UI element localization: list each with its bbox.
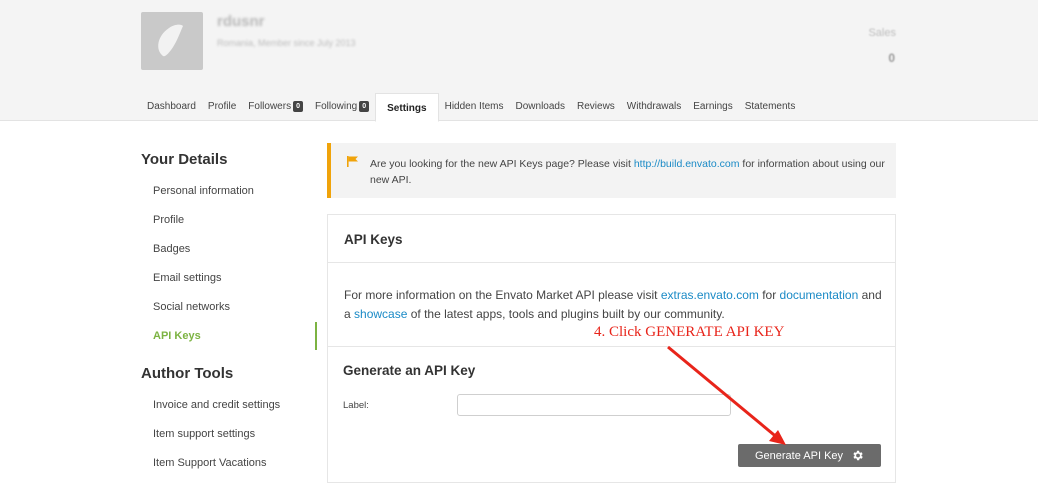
tab-label: Hidden Items <box>444 101 504 112</box>
tab-followers[interactable]: Followers 0 <box>242 93 309 121</box>
sidebar-item-api-keys[interactable]: API Keys <box>141 322 317 351</box>
sidebar-item-badges[interactable]: Badges <box>141 235 317 264</box>
tab-profile[interactable]: Profile <box>202 93 242 121</box>
tab-label: Earnings <box>693 101 733 112</box>
tab-label: Statements <box>744 101 796 112</box>
username: rdusnr <box>217 13 265 30</box>
sidebar-item-item-support-vacations[interactable]: Item Support Vacations <box>141 449 317 478</box>
tab-withdrawals[interactable]: Withdrawals <box>621 93 687 121</box>
tab-statements[interactable]: Statements <box>739 93 802 121</box>
sidebar-item-invoice-credit-settings[interactable]: Invoice and credit settings <box>141 391 317 420</box>
documentation-link[interactable]: documentation <box>780 288 859 302</box>
following-count-badge: 0 <box>359 101 370 112</box>
label-input[interactable] <box>457 394 731 416</box>
flag-icon <box>347 156 358 167</box>
tab-following[interactable]: Following 0 <box>309 93 375 121</box>
generate-api-key-button-label: Generate API Key <box>754 449 844 462</box>
notice-text: Are you looking for the new API Keys pag… <box>370 156 890 188</box>
user-subtitle: Romania, Member since July 2013 <box>217 38 356 48</box>
tab-label: Following <box>314 101 358 112</box>
settings-sidebar: Your Details Personal information Profil… <box>141 151 317 478</box>
label-field-label: Label: <box>343 400 369 411</box>
your-details-title: Your Details <box>141 151 228 168</box>
tab-hidden-items[interactable]: Hidden Items <box>439 93 510 121</box>
sales-value: 0 <box>888 51 895 65</box>
profile-tabs: Dashboard Profile Followers 0 Following 0 … <box>141 93 802 122</box>
sidebar-item-profile[interactable]: Profile <box>141 206 317 235</box>
sales-label: Sales <box>868 27 896 39</box>
envato-leaf-icon <box>158 24 183 57</box>
tab-dashboard[interactable]: Dashboard <box>141 93 202 121</box>
api-keys-title: API Keys <box>344 232 403 247</box>
tab-label: Followers <box>248 101 292 112</box>
tab-reviews[interactable]: Reviews <box>571 93 621 121</box>
tab-settings[interactable]: Settings <box>375 93 439 122</box>
tab-label: Reviews <box>577 101 615 112</box>
profile-header: rdusnr Romania, Member since July 2013 S… <box>0 0 1038 122</box>
avatar[interactable] <box>141 12 203 70</box>
desc-text: of the latest apps, tools and plugins bu… <box>407 307 725 321</box>
generate-api-key-button[interactable]: Generate API Key <box>738 444 881 467</box>
api-keys-description: For more information on the Envato Marke… <box>344 286 884 324</box>
api-keys-card-header: API Keys <box>328 215 895 263</box>
sidebar-item-email-settings[interactable]: Email settings <box>141 264 317 293</box>
tab-label: Profile <box>207 101 237 112</box>
tab-label: Withdrawals <box>626 101 682 112</box>
author-tools-title: Author Tools <box>141 365 234 382</box>
desc-text: for <box>758 288 780 302</box>
tutorial-annotation: 4. Click GENERATE API KEY <box>594 324 785 340</box>
tab-label: Downloads <box>515 101 565 112</box>
showcase-link[interactable]: showcase <box>354 307 407 321</box>
sidebar-item-item-support-settings[interactable]: Item support settings <box>141 420 317 449</box>
api-notice-banner: Are you looking for the new API Keys pag… <box>327 143 896 198</box>
tab-earnings[interactable]: Earnings <box>687 93 738 121</box>
gear-icon <box>853 450 863 461</box>
generate-api-key-title: Generate an API Key <box>343 363 476 378</box>
sidebar-item-social-networks[interactable]: Social networks <box>141 293 317 322</box>
notice-text-part: Are you looking for the new API Keys pag… <box>370 158 634 170</box>
extras-envato-link[interactable]: extras.envato.com <box>661 288 759 302</box>
desc-text: For more information on the Envato Marke… <box>344 288 661 302</box>
build-envato-link[interactable]: http://build.envato.com <box>634 158 740 170</box>
tab-downloads[interactable]: Downloads <box>510 93 571 121</box>
tab-label: Dashboard <box>147 101 196 112</box>
followers-count-badge: 0 <box>293 101 303 112</box>
tab-label: Settings <box>387 103 427 114</box>
generate-api-key-section: Generate an API Key Label: Generate API … <box>327 346 896 483</box>
sidebar-item-personal-information[interactable]: Personal information <box>141 177 317 206</box>
